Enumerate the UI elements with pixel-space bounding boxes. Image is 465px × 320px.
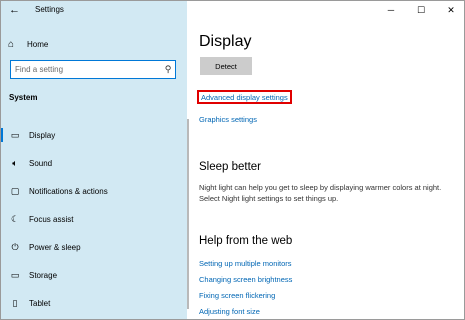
window-title: Settings [35,5,64,14]
page-title: Display [199,33,252,50]
storage-icon: ▭ [10,269,20,280]
back-arrow-icon[interactable]: ← [9,4,21,16]
sidebar: ← Settings ⌂ Home Find a setting ⚲ Syste… [1,1,187,319]
sidebar-item-label: Power & sleep [29,242,81,252]
tablet-icon: ▯ [12,297,18,308]
window-controls: ─ ☐ ✕ [376,1,464,19]
sidebar-item-label: Tablet [29,298,51,308]
sidebar-item-label: Display [29,130,56,140]
sidebar-item-focus-assist[interactable]: ☾ Focus assist [1,205,187,233]
sidebar-item-storage[interactable]: ▭ Storage [1,261,187,289]
scrollbar[interactable] [187,119,189,309]
advanced-display-settings-link[interactable]: Advanced display settings [197,90,292,104]
power-icon: ⏻ [11,241,19,252]
graphics-settings-link[interactable]: Graphics settings [199,115,257,124]
sidebar-item-sound[interactable]: 🔈︎ Sound [1,149,187,177]
minimize-icon[interactable]: ─ [376,1,406,19]
close-icon[interactable]: ✕ [436,1,464,19]
help-link-multiple-monitors[interactable]: Setting up multiple monitors [199,259,292,275]
help-links-list: Setting up multiple monitors Changing sc… [199,259,292,319]
home-label: Home [27,39,49,49]
maximize-icon[interactable]: ☐ [406,1,436,19]
home-icon: ⌂ [8,38,15,50]
section-heading-system: System [9,93,38,102]
sleep-description: Night light can help you get to sleep by… [199,183,442,203]
search-box[interactable]: Find a setting ⚲ [10,60,176,79]
sidebar-item-label: Storage [29,270,58,280]
sidebar-item-label: Notifications & actions [29,186,108,196]
help-link-font-size[interactable]: Adjusting font size [199,307,292,319]
sidebar-item-power-sleep[interactable]: ⏻ Power & sleep [1,233,187,261]
focus-assist-icon: ☾ [10,213,20,224]
sidebar-item-label: Sound [29,158,53,168]
display-icon: ▭ [10,129,20,140]
notifications-icon: ▢ [10,185,20,196]
settings-window: ← Settings ⌂ Home Find a setting ⚲ Syste… [0,0,465,320]
sidebar-item-notifications[interactable]: ▢ Notifications & actions [1,177,187,205]
sleep-better-heading: Sleep better [199,161,262,173]
sound-icon: 🔈︎ [12,157,18,168]
sidebar-item-tablet[interactable]: ▯ Tablet [1,289,187,317]
sidebar-nav: ▭ Display 🔈︎ Sound ▢ Notifications & act… [1,121,187,317]
sidebar-item-label: Focus assist [29,214,74,224]
title-bar: ← Settings [1,1,187,19]
search-input[interactable]: Find a setting [15,65,161,74]
main-content: ─ ☐ ✕ Display Detect Advanced display se… [187,1,464,319]
search-icon[interactable]: ⚲ [161,64,175,75]
detect-button[interactable]: Detect [200,57,252,75]
help-heading: Help from the web [199,235,293,247]
help-link-screen-flickering[interactable]: Fixing screen flickering [199,291,292,307]
sidebar-item-display[interactable]: ▭ Display [1,121,187,149]
home-nav-item[interactable]: ⌂ Home [8,37,178,51]
help-link-screen-brightness[interactable]: Changing screen brightness [199,275,292,291]
